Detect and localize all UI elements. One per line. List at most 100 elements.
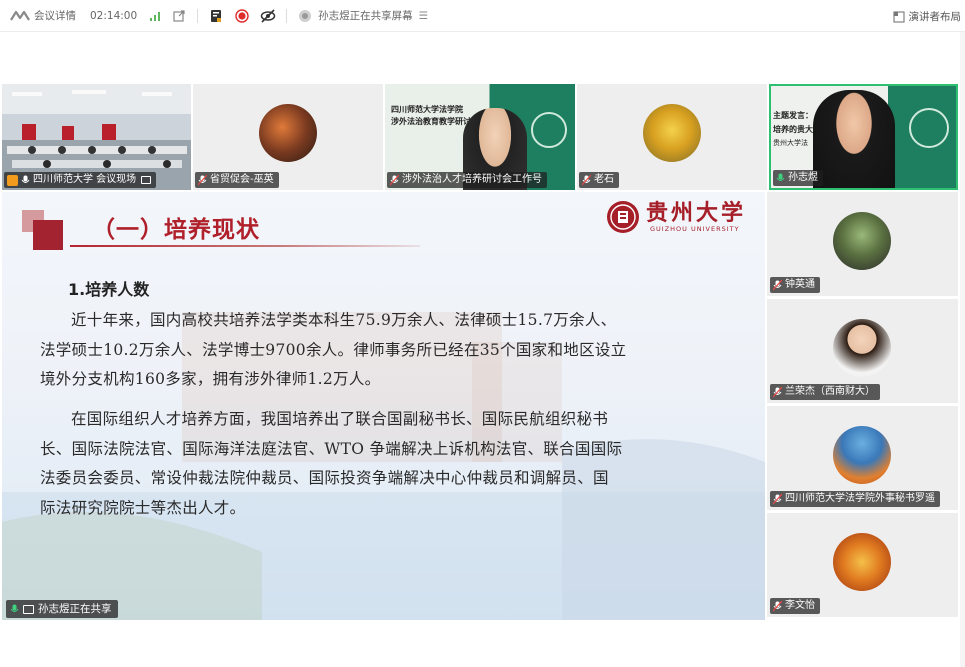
participant-name: 孙志煜	[788, 172, 818, 183]
toolbar-divider	[286, 8, 288, 23]
meeting-timer: 02:14:00	[90, 9, 138, 22]
paragraph-line: 长、国际法院法官、国际海洋法庭法官、WTO 争端解决上诉机构法官、联合国国际	[40, 435, 740, 465]
title-decoration	[33, 220, 63, 250]
sharing-label: 孙志煜正在共享	[38, 603, 112, 615]
sharing-status-text: 孙志煜正在共享屏幕	[318, 10, 413, 22]
line-text: 际法研究院院士等杰出人才。	[40, 498, 246, 517]
record-icon[interactable]	[234, 8, 250, 24]
university-wordmark: 贵州大学 GUIZHOU UNIVERSITY	[646, 201, 746, 233]
shared-screen: （一）培养现状 贵州大学 GUIZHOU UNIVERSITY 1.培养人数 近…	[2, 192, 765, 620]
video-tile-active-speaker[interactable]: 主题发言： 培养的贵大 贵州大学法 孙志煜	[769, 84, 958, 190]
tile-label: 钟英通	[770, 277, 820, 293]
tile-label: 李文怡	[770, 598, 820, 614]
tile-label: 四川师范大学法学院外事秘书罗遥	[770, 491, 940, 507]
tile-label: 老石	[579, 172, 619, 188]
meeting-logo-icon	[10, 10, 30, 21]
line-text: 法委员会委员、常设仲裁法院仲裁员、国际投资争端解决中心仲裁员和调解员、国	[40, 469, 609, 487]
microphone-icon	[390, 174, 399, 185]
microphone-icon	[773, 386, 782, 397]
participant-name: 涉外法治人才培养研讨会工作号	[402, 174, 542, 185]
paragraph-line: 法委员会委员、常设仲裁法院仲裁员、国际投资争端解决中心仲裁员和调解员、国	[40, 464, 740, 494]
video-tile-zhongyingtong[interactable]: 钟英通	[767, 192, 958, 296]
scrollbar[interactable]	[960, 32, 965, 667]
toolbar-divider	[197, 8, 199, 23]
top-toolbar: 会议详情 02:14:00 孙志煜正在共享屏幕 ☰ 演讲者布局	[0, 0, 965, 32]
notes-icon[interactable]	[208, 8, 224, 24]
avatar	[833, 319, 891, 377]
participant-name: 四川师范大学 会议现场	[33, 174, 137, 185]
participant-sidebar: 钟英通 兰荣杰（西南财大） 四川师范大学法学院外事秘书罗遥 李文怡	[767, 192, 958, 620]
participant-name: 兰荣杰（西南财大）	[785, 386, 875, 397]
emblem-icon	[909, 108, 949, 148]
university-name-cn: 贵州大学	[646, 200, 747, 226]
avatar	[259, 104, 317, 162]
host-icon	[7, 174, 18, 186]
avatar	[833, 212, 891, 270]
screen-share-status-icon	[297, 8, 313, 24]
avatar	[833, 426, 891, 484]
screen-share-icon	[23, 604, 34, 614]
tile-label: 兰荣杰（西南财大）	[770, 384, 880, 400]
tile-label: 四川师范大学 会议现场	[4, 172, 157, 188]
paragraph-line: 近十年来，国内高校共培养法学类本科生75.9万余人、法律硕士15.7万余人、	[40, 306, 740, 336]
microphone-icon	[776, 173, 785, 181]
section-heading: 1.培养人数	[68, 280, 150, 299]
video-tile-workgroup[interactable]: 四川师范大学法学院 涉外法治教育教学研讨会 涉外法治人才培养研讨会工作号	[385, 84, 575, 190]
microphone-icon	[10, 604, 19, 612]
banner-line-3: 贵州大学法	[773, 139, 808, 147]
microphone-icon	[773, 600, 782, 611]
university-name-en: GUIZHOU UNIVERSITY	[650, 225, 740, 233]
meeting-details-label: 会议详情	[34, 10, 76, 22]
microphone-icon	[773, 279, 782, 290]
presenter-layout-button[interactable]: 演讲者布局	[892, 9, 962, 24]
paragraph-line: 际法研究院院士等杰出人才。	[40, 494, 740, 524]
tile-label: 涉外法治人才培养研讨会工作号	[387, 172, 547, 188]
video-tile-luoyao[interactable]: 四川师范大学法学院外事秘书罗遥	[767, 406, 958, 510]
menu-icon[interactable]: ☰	[419, 10, 428, 22]
slide-title: （一）培养现状	[92, 217, 260, 243]
video-tile-wuying[interactable]: 省贸促会-巫英	[193, 84, 383, 190]
signal-icon[interactable]	[147, 8, 163, 24]
university-logo: 贵州大学 GUIZHOU UNIVERSITY	[606, 200, 746, 234]
university-seal-icon	[607, 201, 639, 233]
video-gallery: 四川师范大学 会议现场 省贸促会-巫英 四川师范大学法学院 涉外法治教育教学研讨…	[2, 84, 958, 190]
paragraph-line: 法学硕士10.2万余人、法学博士9700余人。律师事务所已经在35个国家和地区设…	[40, 336, 740, 366]
video-tile-meeting-room[interactable]: 四川师范大学 会议现场	[2, 84, 191, 190]
hide-video-icon[interactable]	[260, 8, 276, 24]
video-tile-laoshi[interactable]: 老石	[577, 84, 767, 190]
layout-icon	[892, 10, 905, 23]
screen-icon	[141, 176, 152, 184]
participant-name: 李文怡	[785, 600, 815, 611]
tile-label: 孙志煜	[773, 170, 823, 186]
banner-line-2: 培养的贵大	[773, 125, 813, 134]
line-text: 在国际组织人才培养方面，我国培养出了联合国副秘书长、国际民航组织秘书	[71, 410, 609, 428]
avatar	[643, 104, 701, 162]
microphone-icon	[21, 175, 30, 183]
participant-name: 四川师范大学法学院外事秘书罗遥	[785, 493, 935, 504]
emblem-icon	[531, 112, 567, 148]
paragraph-line: 境外分支机构160多家，拥有涉外律师1.2万人。	[40, 365, 740, 395]
participant-name: 钟英通	[785, 279, 815, 290]
banner-line-1: 主题发言：	[773, 111, 813, 120]
video-tile-lanrongjie[interactable]: 兰荣杰（西南财大）	[767, 299, 958, 403]
sharing-indicator: 孙志煜正在共享	[6, 600, 118, 618]
paragraph-2: 在国际组织人才培养方面，我国培养出了联合国副秘书长、国际民航组织秘书 长、国际法…	[40, 405, 740, 523]
microphone-icon	[198, 174, 207, 185]
line-text: 境外分支机构160多家，拥有涉外律师1.2万人。	[40, 370, 381, 388]
participant-name: 老石	[594, 174, 614, 185]
video-tile-liwenyi[interactable]: 李文怡	[767, 513, 958, 617]
speaker-video	[813, 90, 895, 188]
banner-line-1: 四川师范大学法学院	[391, 105, 463, 114]
microphone-icon	[582, 174, 591, 185]
avatar	[833, 533, 891, 591]
paragraph-line: 在国际组织人才培养方面，我国培养出了联合国副秘书长、国际民航组织秘书	[40, 405, 740, 435]
meeting-details-button[interactable]: 会议详情	[10, 8, 76, 23]
tile-label: 省贸促会-巫英	[195, 172, 279, 188]
participant-name: 省贸促会-巫英	[210, 174, 274, 185]
microphone-icon	[773, 493, 782, 504]
title-underline	[70, 245, 420, 247]
line-text: 近十年来，国内高校共培养法学类本科生75.9万余人、法律硕士15.7万余人、	[71, 311, 617, 329]
line-text: 长、国际法院法官、国际海洋法庭法官、WTO 争端解决上诉机构法官、联合国国际	[40, 439, 623, 458]
external-link-icon[interactable]	[171, 8, 187, 24]
presenter-layout-label: 演讲者布局	[908, 11, 962, 23]
